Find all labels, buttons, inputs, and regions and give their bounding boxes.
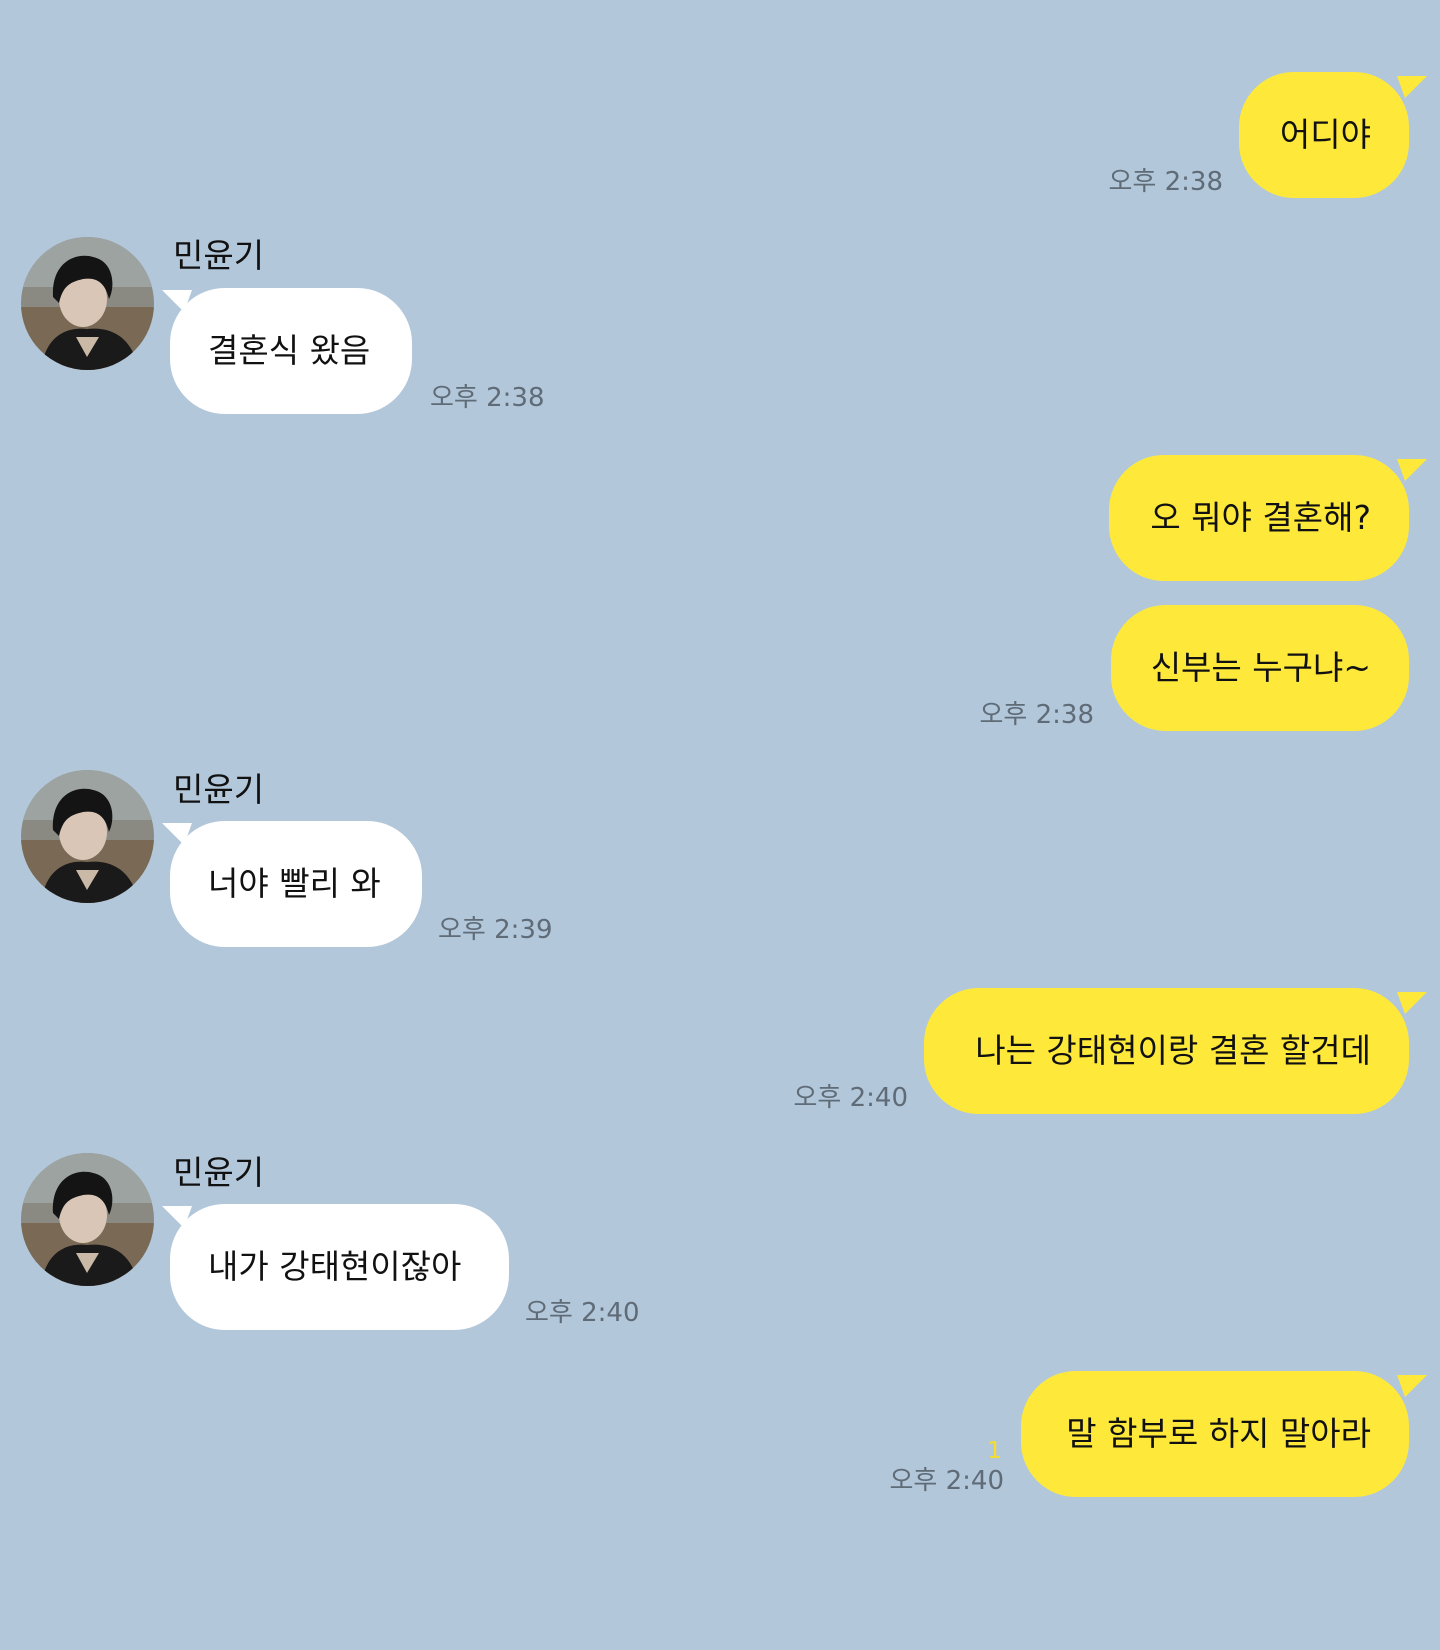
bubble-tail — [1397, 459, 1427, 481]
sender-name: 민윤기 — [173, 770, 265, 809]
message-timestamp: 오후 2:39 — [438, 915, 553, 945]
sender-name: 민윤기 — [173, 1153, 265, 1192]
their-message-bubble[interactable]: 결혼식 왔음 — [170, 288, 412, 414]
bubble-tail — [1397, 1375, 1427, 1397]
sender-name: 민윤기 — [173, 236, 265, 275]
my-message-bubble[interactable]: 어디야 — [1239, 72, 1409, 198]
unread-count: 1 — [987, 1438, 1002, 1464]
message-timestamp: 오후 2:38 — [979, 700, 1095, 730]
message-timestamp: 오후 2:40 — [525, 1298, 640, 1328]
my-message-bubble[interactable]: 신부는 누구냐~ — [1111, 605, 1409, 731]
contact-avatar[interactable] — [21, 1153, 154, 1286]
my-message-bubble[interactable]: 나는 강태현이랑 결혼 할건데 — [924, 988, 1409, 1114]
their-message-bubble[interactable]: 내가 강태현이잖아 — [170, 1204, 509, 1330]
profile-photo-icon — [21, 770, 154, 903]
contact-avatar[interactable] — [21, 237, 154, 370]
profile-photo-icon — [21, 237, 154, 370]
message-timestamp: 오후 2:40 — [793, 1083, 909, 1113]
their-message-bubble[interactable]: 너야 빨리 와 — [170, 821, 422, 947]
contact-avatar[interactable] — [21, 770, 154, 903]
message-timestamp: 오후 2:40 — [889, 1466, 1005, 1496]
message-timestamp: 오후 2:38 — [430, 383, 545, 413]
my-message-bubble[interactable]: 말 함부로 하지 말아라 — [1021, 1371, 1409, 1497]
bubble-tail — [1397, 76, 1427, 98]
my-message-bubble[interactable]: 오 뭐야 결혼해? — [1109, 455, 1409, 581]
message-timestamp: 오후 2:38 — [1108, 167, 1224, 197]
chat-message-list[interactable]: 어디야 오후 2:38 민윤기 결혼식 왔음 오후 2:38 오 뭐야 결혼해?… — [0, 0, 1440, 1650]
profile-photo-icon — [21, 1153, 154, 1286]
bubble-tail — [1397, 992, 1427, 1014]
